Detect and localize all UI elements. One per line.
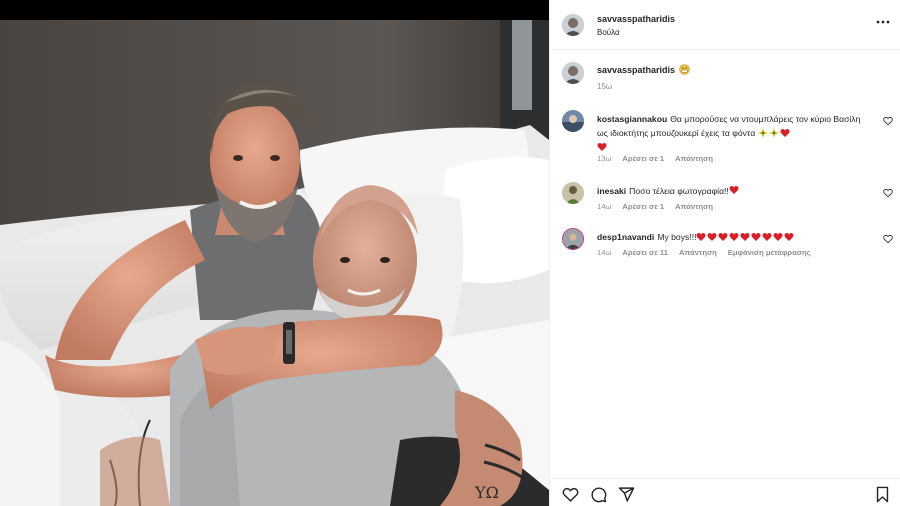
share-icon[interactable] — [618, 486, 635, 503]
post-side-panel: savvasspatharidis Βούλα savvasspatharidi… — [549, 0, 900, 506]
like-comment-heart-icon[interactable] — [883, 234, 893, 244]
post-photo[interactable]: ΥΩ — [0, 0, 549, 506]
comment-likes[interactable]: Αρέσει σε 11 — [622, 248, 668, 257]
see-translation-link[interactable]: Εμφάνιση μετάφρασης — [728, 248, 811, 257]
heart-emoji-icon — [773, 232, 783, 241]
comment-text: Ποσο τέλεια φωτογραφία!! — [629, 186, 729, 196]
caption-timestamp: 15ω — [597, 82, 613, 91]
heart-emoji-icon — [751, 232, 761, 241]
heart-emoji-icon — [740, 232, 750, 241]
reply-link[interactable]: Απάντηση — [679, 248, 717, 257]
svg-text:ΥΩ: ΥΩ — [474, 483, 499, 502]
sparkle-emoji-icon — [768, 127, 779, 138]
reply-link[interactable]: Απάντηση — [675, 154, 713, 163]
commenter-username[interactable]: inesaki — [597, 186, 626, 196]
commenter-username[interactable]: kostasgiannakou — [597, 114, 667, 124]
heart-emoji-icon — [707, 232, 717, 241]
comment-time: 14ω — [597, 248, 612, 257]
more-options-icon[interactable] — [875, 16, 891, 28]
comment-emojis — [757, 127, 791, 141]
comment-body: inesaki Ποσο τέλεια φωτογραφία!! — [597, 184, 872, 198]
post-location[interactable]: Βούλα — [597, 28, 620, 37]
comment-likes[interactable]: Αρέσει σε 1 — [622, 202, 664, 211]
comment-likes[interactable]: Αρέσει σε 1 — [622, 154, 664, 163]
heart-emoji-icon — [696, 232, 706, 241]
caption-avatar[interactable] — [562, 62, 584, 84]
heart-emoji-icon — [762, 232, 772, 241]
comment-meta: 13ω Αρέσει σε 1 Απάντηση — [597, 154, 724, 163]
heart-emoji-icon — [597, 142, 607, 151]
post-header: savvasspatharidis Βούλα — [550, 0, 900, 50]
comment-body: kostasgiannakou Θα μπορούσες να ντουμπλάρ… — [597, 112, 872, 155]
like-comment-heart-icon[interactable] — [883, 116, 893, 126]
comment-icon[interactable] — [590, 486, 607, 503]
commenter-avatar[interactable] — [562, 182, 584, 204]
commenter-username[interactable]: desp1navandi — [597, 232, 654, 242]
comment-meta: 14ω Αρέσει σε 1 Απάντηση — [597, 202, 724, 211]
grimace-emoji-icon — [679, 64, 690, 75]
comment-meta: 14ω Αρέσει σε 11 Απάντηση Εμφάνιση μετάφρασ… — [597, 248, 822, 257]
bookmark-icon[interactable] — [874, 486, 891, 503]
comment-body: desp1navandi My boys!!! — [597, 230, 872, 245]
commenter-avatar[interactable] — [562, 228, 584, 250]
heart-emoji-icon — [729, 185, 739, 194]
reply-link[interactable]: Απάντηση — [675, 202, 713, 211]
heart-emoji-icon — [780, 128, 790, 137]
caption-username[interactable]: savvasspatharidis — [597, 65, 675, 75]
photo-image: ΥΩ — [0, 20, 549, 506]
heart-emoji-icon — [784, 232, 794, 241]
author-username[interactable]: savvasspatharidis — [597, 14, 675, 24]
comment-time: 13ω — [597, 154, 612, 163]
sparkle-emoji-icon — [757, 127, 768, 138]
heart-emoji-icon — [718, 232, 728, 241]
like-comment-heart-icon[interactable] — [883, 188, 893, 198]
comment-emojis — [696, 231, 795, 245]
heart-emoji-icon — [729, 232, 739, 241]
post-action-bar — [550, 478, 900, 506]
photo-top-bar — [0, 0, 549, 20]
comment-time: 14ω — [597, 202, 612, 211]
author-avatar[interactable] — [562, 14, 584, 36]
heart-icon[interactable] — [562, 486, 579, 503]
comment-text: My boys!!! — [657, 232, 697, 242]
commenter-avatar[interactable] — [562, 110, 584, 132]
